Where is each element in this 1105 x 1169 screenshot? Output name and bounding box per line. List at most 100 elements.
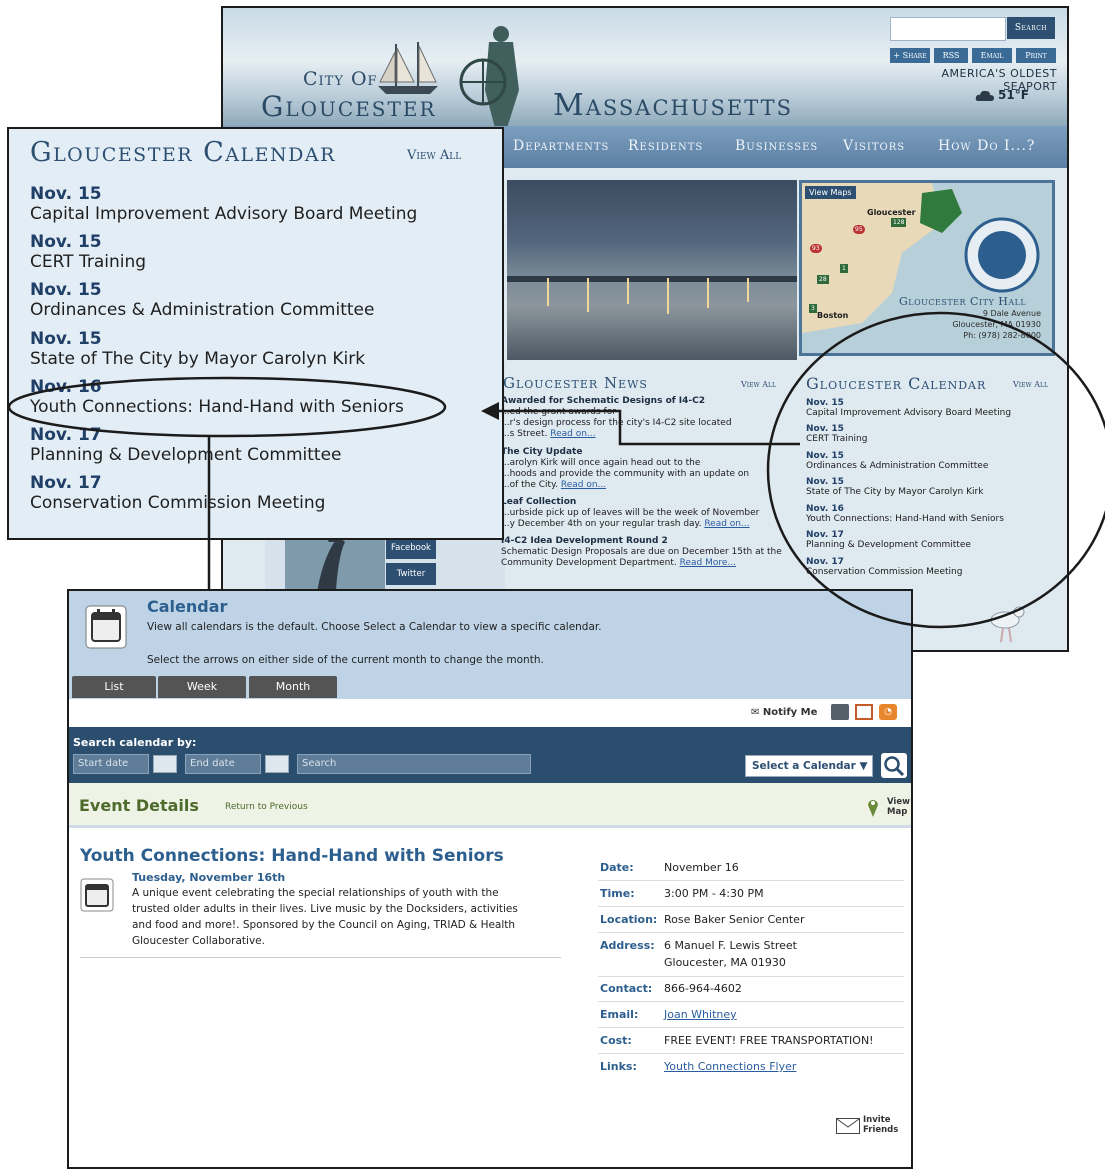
- zoom-event-name[interactable]: Planning & Development Committee: [30, 445, 342, 465]
- map-label-boston: Boston: [817, 311, 849, 320]
- news-item-1-title[interactable]: Awarded for Schematic Designs of I4-C2: [501, 396, 705, 406]
- detail-label-cost: Cost:: [600, 1034, 632, 1047]
- read-on-link[interactable]: Read on...: [561, 480, 606, 490]
- start-date-input[interactable]: Start date: [73, 754, 149, 774]
- site-search-input[interactable]: [890, 17, 1006, 41]
- site-search-button[interactable]: Search: [1007, 17, 1055, 39]
- city-hall-phone: Ph: (978) 282-8000: [963, 331, 1041, 340]
- site-header: City Of Gloucester Massachusetts Search …: [223, 8, 1067, 128]
- city-hall-address: 9 Dale Avenue: [982, 309, 1041, 318]
- print-icon[interactable]: [831, 704, 849, 720]
- tab-week[interactable]: Week: [158, 676, 246, 698]
- map-route-3: 3: [809, 304, 817, 313]
- detail-value-location: Rose Baker Senior Center: [664, 913, 805, 926]
- zoom-event-date: Nov. 15: [30, 329, 102, 349]
- map-route-1: 1: [840, 264, 848, 273]
- rss-button[interactable]: RSS: [934, 48, 968, 63]
- end-date-picker-icon[interactable]: [265, 755, 289, 773]
- flyer-link[interactable]: Youth Connections Flyer: [664, 1060, 796, 1073]
- tab-list[interactable]: List: [72, 676, 156, 698]
- zoom-event-name[interactable]: Capital Improvement Advisory Board Meeti…: [30, 204, 417, 224]
- search-icon[interactable]: [881, 753, 907, 778]
- divider: [598, 932, 904, 933]
- read-on-link[interactable]: Read on...: [704, 519, 749, 529]
- detail-value-contact: 866-964-4602: [664, 982, 742, 995]
- calendar-event-link[interactable]: Ordinances & Administration Committee: [806, 461, 988, 471]
- read-on-link[interactable]: Read on...: [550, 429, 595, 439]
- area-map[interactable]: [799, 180, 1055, 356]
- share-button[interactable]: + Share: [890, 48, 930, 63]
- logo-city-of: City Of: [303, 68, 378, 90]
- calendar-description: Select the arrows on either side of the …: [147, 654, 544, 666]
- nav-businesses[interactable]: Businesses: [735, 138, 818, 154]
- map-route-128: 128: [891, 218, 907, 227]
- calendar-event-link[interactable]: State of The City by Mayor Carolyn Kirk: [806, 487, 983, 497]
- harbor-night-photo: [507, 180, 797, 360]
- detail-value-address: 6 Manuel F. Lewis Street: [664, 939, 797, 952]
- end-date-input[interactable]: End date: [185, 754, 261, 774]
- zoom-event-date: Nov. 15: [30, 280, 102, 300]
- map-route-95: 95: [853, 225, 865, 234]
- calendar-event-date: Nov. 15: [806, 424, 844, 434]
- calendar-event-link[interactable]: Capital Improvement Advisory Board Meeti…: [806, 408, 1011, 418]
- zoom-event-name-highlighted[interactable]: Youth Connections: Hand-Hand with Senior…: [30, 397, 404, 417]
- calendar-event-date: Nov. 16: [806, 504, 844, 514]
- news-item-1-line: ...ed the grant awards for: [501, 407, 616, 417]
- map-pin-icon[interactable]: [867, 797, 879, 817]
- zoom-event-name[interactable]: Conservation Commission Meeting: [30, 493, 325, 513]
- news-item-1-line: ...s Street. Read on...: [501, 429, 596, 439]
- event-title: Youth Connections: Hand-Hand with Senior…: [80, 846, 504, 866]
- calendar-view-all-link[interactable]: View All: [1013, 380, 1048, 389]
- facebook-button[interactable]: Facebook: [386, 537, 436, 559]
- detail-label-time: Time:: [600, 887, 635, 900]
- divider: [80, 957, 561, 958]
- nav-residents[interactable]: Residents: [628, 138, 703, 154]
- envelope-icon[interactable]: [836, 1118, 860, 1134]
- detail-value-address-city: Gloucester, MA 01930: [664, 956, 786, 969]
- calendar-event-link[interactable]: Planning & Development Committee: [806, 540, 971, 550]
- zoom-event-name[interactable]: State of The City by Mayor Carolyn Kirk: [30, 349, 365, 369]
- event-description: trusted older adults in their lives. Liv…: [132, 903, 518, 915]
- return-to-previous-link[interactable]: Return to Previous: [225, 802, 308, 812]
- email-link[interactable]: Joan Whitney: [664, 1008, 737, 1021]
- calendar-event-link[interactable]: Conservation Commission Meeting: [806, 567, 962, 577]
- nav-departments[interactable]: Departments: [513, 138, 609, 154]
- read-more-link[interactable]: Read More...: [680, 558, 736, 568]
- tagline: AMERICA'S OLDEST SEAPORT: [941, 67, 1057, 93]
- notify-me-button[interactable]: ✉ Notify Me: [751, 707, 817, 718]
- zoom-event-name[interactable]: Ordinances & Administration Committee: [30, 300, 374, 320]
- news-item-1-line: ...r's design process for the city's I4-…: [501, 418, 732, 428]
- chevron-down-icon: ▼: [859, 760, 868, 772]
- rss-feed-icon[interactable]: ◔: [879, 704, 897, 720]
- calendar-event-link[interactable]: CERT Training: [806, 434, 867, 444]
- search-input[interactable]: Search: [297, 754, 531, 774]
- nav-how-do-i[interactable]: How Do I...?: [938, 138, 1035, 154]
- calendar-event-link[interactable]: Youth Connections: Hand-Hand with Senior…: [806, 514, 1004, 524]
- zoom-event-name[interactable]: CERT Training: [30, 252, 146, 272]
- view-maps-button[interactable]: View Maps: [805, 186, 856, 199]
- news-item-4-title[interactable]: I4-C2 Idea Development Round 2: [501, 536, 668, 546]
- event-date: Tuesday, November 16th: [132, 871, 286, 884]
- twitter-button[interactable]: Twitter: [386, 563, 436, 585]
- city-hall-city: Gloucester, MA 01930: [952, 320, 1041, 329]
- select-calendar-dropdown[interactable]: Select a Calendar ▼: [745, 755, 873, 777]
- email-button[interactable]: Email: [972, 48, 1012, 63]
- view-map-link[interactable]: View Map: [887, 797, 910, 817]
- ical-icon[interactable]: [855, 704, 873, 720]
- zoom-event-date: Nov. 15: [30, 232, 102, 252]
- calendar-widget-title: Gloucester Calendar: [806, 374, 987, 393]
- print-button[interactable]: Print: [1016, 48, 1056, 63]
- news-item-2-title[interactable]: The City Update: [501, 447, 582, 457]
- start-date-picker-icon[interactable]: [153, 755, 177, 773]
- nav-visitors[interactable]: Visitors: [843, 138, 905, 154]
- zoom-calendar-title: Gloucester Calendar: [30, 137, 336, 168]
- invite-friends-button[interactable]: Invite Friends: [863, 1115, 898, 1135]
- news-item-3-title[interactable]: Leaf Collection: [501, 497, 576, 507]
- news-view-all-link[interactable]: View All: [741, 380, 776, 389]
- tab-month[interactable]: Month: [249, 676, 337, 698]
- calendar-icon: [80, 878, 114, 912]
- calendar-title: Calendar: [147, 597, 228, 616]
- map-route-28: 28: [817, 275, 829, 284]
- zoom-view-all-link[interactable]: View All: [407, 148, 461, 163]
- news-item-2-line: ...of the City. Read on...: [501, 480, 607, 490]
